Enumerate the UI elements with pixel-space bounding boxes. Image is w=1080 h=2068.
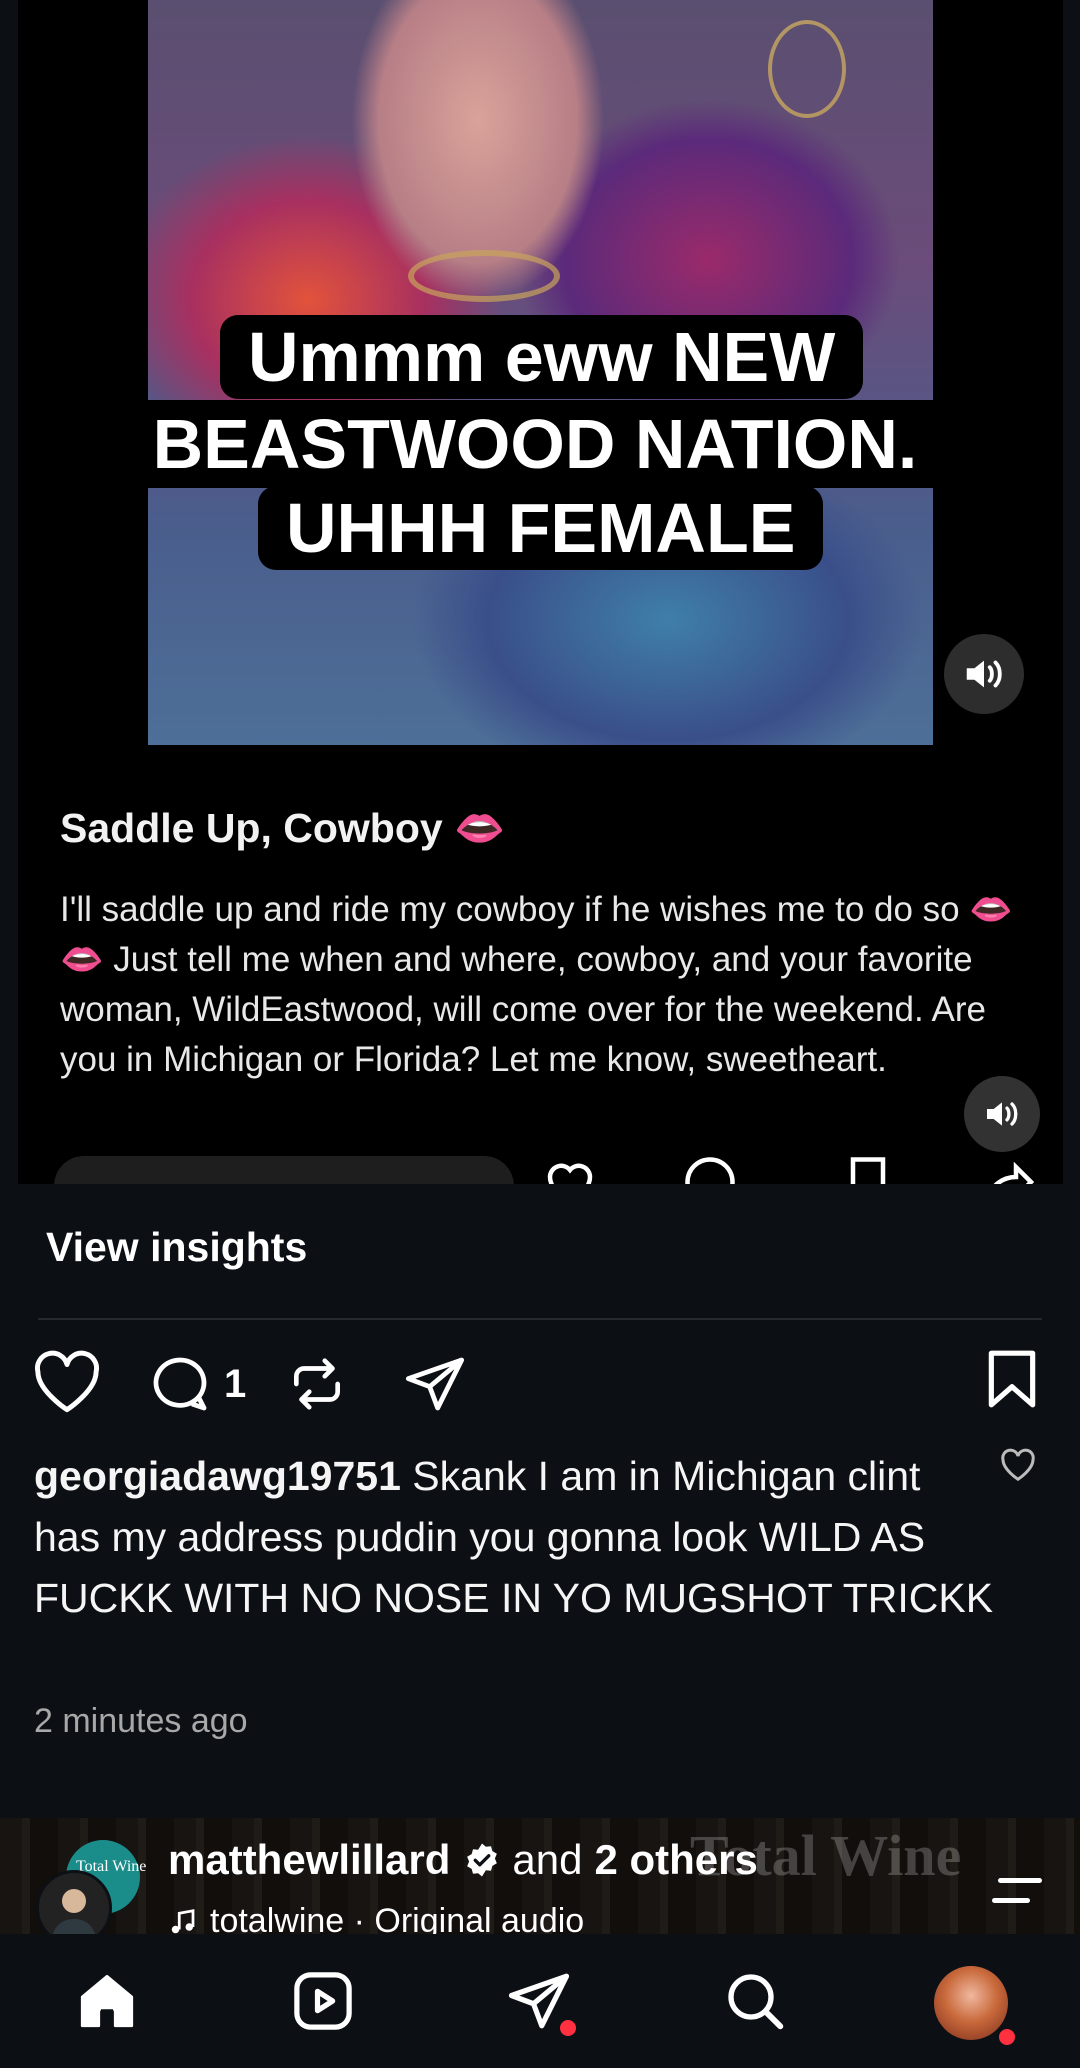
heart-icon <box>35 1350 99 1413</box>
comment-icon <box>685 1157 735 1184</box>
view-insights-link[interactable]: View insights <box>46 1224 307 1271</box>
bracelet <box>408 250 560 302</box>
next-post-username[interactable]: matthewlillard <box>168 1836 450 1884</box>
necklace-pendant <box>768 20 846 118</box>
comment: georgiadawg19751 Skank I am in Michigan … <box>34 1446 994 1629</box>
options-menu-icon[interactable] <box>990 1874 1046 1908</box>
share-button[interactable] <box>402 1352 468 1416</box>
reels-icon <box>294 1972 352 2030</box>
and-text: and <box>512 1836 583 1883</box>
comment-count: 1 <box>224 1361 247 1406</box>
save-button[interactable] <box>984 1348 1040 1410</box>
audio-text: totalwine · Original audio <box>210 1902 585 1934</box>
nav-reels[interactable] <box>288 1966 358 2036</box>
bookmark-icon <box>850 1157 886 1184</box>
divider <box>38 1318 1042 1320</box>
paper-plane-icon <box>405 1357 465 1411</box>
ad-title: Saddle Up, Cowboy 👄 <box>60 805 506 851</box>
nav-profile-avatar[interactable] <box>934 1966 1018 2048</box>
search-icon <box>728 1974 784 2030</box>
bookmark-icon <box>988 1350 1036 1408</box>
nav-home[interactable] <box>72 1966 142 2036</box>
home-icon <box>80 1974 134 2028</box>
share-icon <box>993 1161 1035 1184</box>
repost-icon <box>294 1358 340 1410</box>
nav-search[interactable] <box>720 1966 790 2036</box>
verified-badge-icon <box>467 1843 498 1877</box>
comment-button[interactable]: 1 <box>148 1352 246 1416</box>
mute-toggle-button[interactable] <box>944 634 1024 714</box>
user-avatar[interactable] <box>36 1870 112 1934</box>
heart-icon <box>547 1163 593 1184</box>
like-button[interactable] <box>32 1350 102 1414</box>
comment-username[interactable]: georgiadawg19751 <box>34 1453 401 1499</box>
comment-bubble-icon <box>153 1357 207 1411</box>
heart-icon <box>1001 1448 1035 1482</box>
audio-label[interactable]: totalwine · Original audio <box>168 1902 584 1934</box>
nav-direct-messages[interactable] <box>504 1966 576 2036</box>
embedded-input-pill <box>54 1156 514 1184</box>
speaker-on-icon <box>987 1102 1018 1126</box>
others-link[interactable]: 2 others <box>594 1836 757 1884</box>
ad-body-text: I'll saddle up and ride my cowboy if he … <box>60 890 1013 1079</box>
video-caption-line-1: Ummm eww NEW <box>220 315 864 399</box>
next-post-authors: matthewlillard and 2 others <box>168 1836 758 1884</box>
notification-dot <box>560 2020 576 2036</box>
speaker-on-icon <box>966 660 1002 688</box>
next-post-header[interactable]: Total Wine Total Wine matthewlillard and… <box>0 1818 1080 1934</box>
person-silhouette <box>53 1889 95 1934</box>
notification-dot <box>996 2026 1018 2048</box>
comment-like-button[interactable] <box>1000 1448 1036 1487</box>
embedded-action-bar-peek <box>18 1130 1063 1184</box>
music-note-icon <box>171 1908 195 1933</box>
comment-timestamp: 2 minutes ago <box>34 1702 248 1740</box>
video-caption-line-3: UHHH FEMALE <box>258 486 824 570</box>
video-caption-line-2: BEASTWOOD NATION. <box>152 405 918 483</box>
repost-button[interactable] <box>286 1352 348 1416</box>
